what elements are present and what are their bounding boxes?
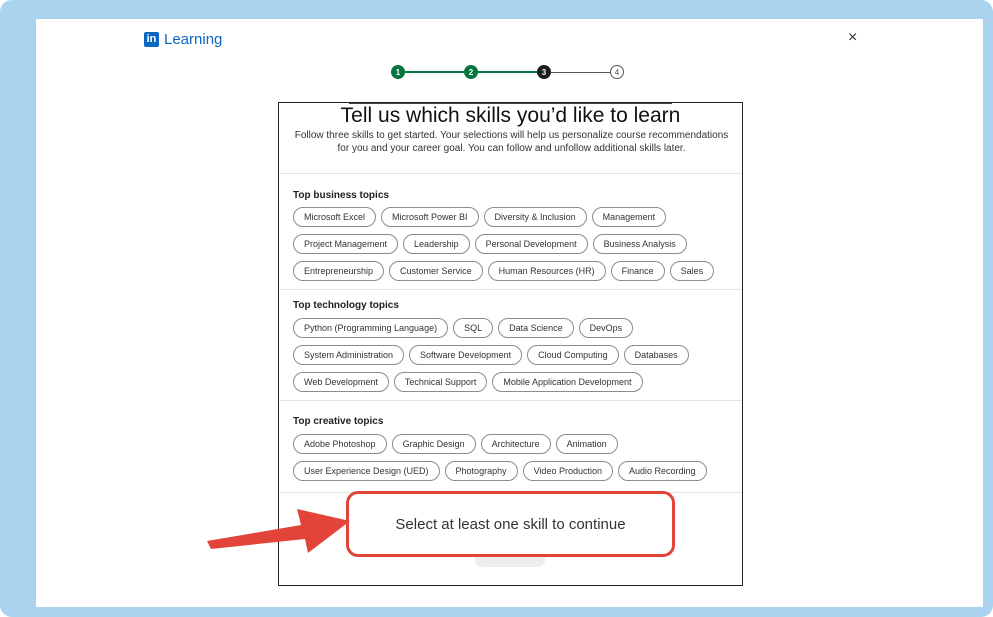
skill-chip[interactable]: Human Resources (HR) bbox=[487, 261, 606, 281]
skill-chip[interactable]: System Administration bbox=[293, 345, 405, 365]
chips-technology: Python (Programming Language) SQL Data Sci… bbox=[293, 318, 733, 392]
section-title-technology: Top technology topics bbox=[293, 300, 399, 311]
section-title-business: Top business topics bbox=[293, 190, 389, 201]
skill-chip[interactable]: Audio Recording bbox=[617, 461, 707, 481]
skill-chip[interactable]: Graphic Design bbox=[391, 434, 476, 454]
red-arrow-icon bbox=[207, 509, 350, 553]
skill-chip[interactable]: Software Development bbox=[409, 345, 523, 365]
skill-chip[interactable]: Video Production bbox=[522, 461, 613, 481]
skill-chip[interactable]: Technical Support bbox=[393, 372, 488, 392]
divider bbox=[279, 400, 742, 401]
step-4: 4 bbox=[610, 65, 624, 79]
progress-stepper: 1 2 3 4 bbox=[391, 65, 624, 79]
modal-subtitle: Follow three skills to get started. Your… bbox=[294, 130, 729, 154]
skill-chip[interactable]: Management bbox=[591, 207, 667, 227]
skill-chip[interactable]: Customer Service bbox=[389, 261, 483, 281]
close-icon[interactable]: × bbox=[848, 29, 857, 47]
skill-chip[interactable]: Finance bbox=[610, 261, 665, 281]
divider bbox=[279, 173, 742, 174]
skill-chip[interactable]: Microsoft Power BI bbox=[381, 207, 479, 227]
chips-creative: Adobe Photoshop Graphic Design Architectur… bbox=[293, 434, 733, 481]
step-3: 3 bbox=[537, 65, 551, 79]
skill-chip[interactable]: Entrepreneurship bbox=[293, 261, 385, 281]
linkedin-learning-logo[interactable]: in Learning bbox=[144, 31, 222, 48]
skill-chip[interactable]: Microsoft Excel bbox=[293, 207, 377, 227]
brand-name: Learning bbox=[164, 31, 223, 48]
skill-chip[interactable]: Personal Development bbox=[474, 234, 588, 254]
skill-chip[interactable]: SQL bbox=[453, 318, 494, 338]
skill-chip[interactable]: Animation bbox=[555, 434, 618, 454]
step-1: 1 bbox=[391, 65, 405, 79]
skill-chip[interactable]: Business Analysis bbox=[592, 234, 687, 254]
skill-chip[interactable]: Architecture bbox=[480, 434, 551, 454]
skill-chip[interactable]: Databases bbox=[623, 345, 689, 365]
skill-chip[interactable]: Sales bbox=[669, 261, 715, 281]
step-connector bbox=[551, 71, 610, 73]
linkedin-logo-icon: in bbox=[144, 32, 159, 47]
skill-chip[interactable]: Data Science bbox=[498, 318, 574, 338]
skill-chip[interactable]: Adobe Photoshop bbox=[293, 434, 387, 454]
skill-chip[interactable]: Web Development bbox=[293, 372, 389, 392]
chips-business: Microsoft Excel Microsoft Power BI Diversi… bbox=[293, 207, 733, 281]
step-2: 2 bbox=[464, 65, 478, 79]
section-title-creative: Top creative topics bbox=[293, 416, 384, 427]
skill-chip[interactable]: DevOps bbox=[578, 318, 634, 338]
skill-chip[interactable]: Mobile Application Development bbox=[492, 372, 643, 392]
skill-chip[interactable]: Diversity & Inclusion bbox=[483, 207, 587, 227]
step-connector bbox=[478, 71, 537, 73]
callout-text: Select at least one skill to continue bbox=[395, 515, 626, 533]
step-connector bbox=[405, 71, 464, 73]
skill-chip[interactable]: Project Management bbox=[293, 234, 399, 254]
skill-chip[interactable]: User Experience Design (UED) bbox=[293, 461, 440, 481]
skill-chip[interactable]: Python (Programming Language) bbox=[293, 318, 449, 338]
divider bbox=[279, 289, 742, 290]
modal-title: Tell us which skills you’d like to learn bbox=[340, 104, 681, 127]
skill-chip[interactable]: Leadership bbox=[403, 234, 470, 254]
callout-box: Select at least one skill to continue bbox=[346, 491, 675, 557]
skill-chip[interactable]: Photography bbox=[444, 461, 518, 481]
skill-chip[interactable]: Cloud Computing bbox=[527, 345, 619, 365]
